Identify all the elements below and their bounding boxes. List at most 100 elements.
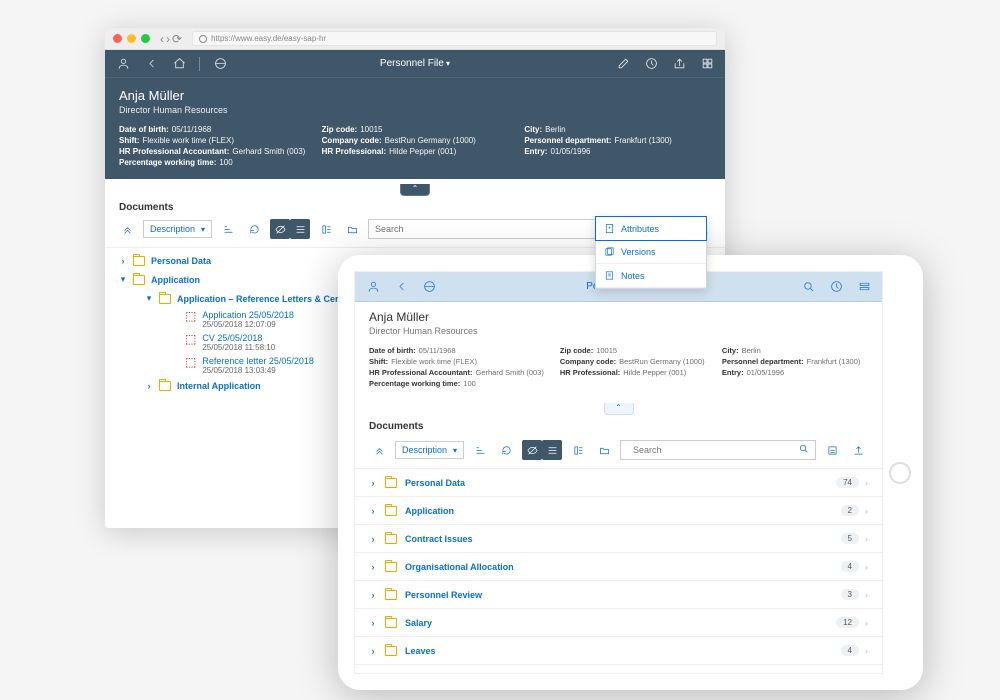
list-item[interactable]: Organisational Allocation4› bbox=[355, 553, 882, 581]
person-name: Anja Müller bbox=[119, 88, 711, 103]
back-icon[interactable] bbox=[393, 279, 409, 295]
maximize-window-icon[interactable] bbox=[141, 34, 150, 43]
popover-versions[interactable]: Versions bbox=[596, 240, 706, 264]
ipad-home-button[interactable] bbox=[889, 462, 911, 484]
search-icon[interactable] bbox=[798, 441, 809, 459]
folder-icon bbox=[385, 506, 397, 516]
chevron-right-icon bbox=[369, 534, 377, 544]
person-role: Director Human Resources bbox=[369, 326, 868, 336]
history-icon[interactable] bbox=[828, 279, 844, 295]
sort-select[interactable]: Description▾ bbox=[143, 220, 212, 238]
ipad-device: Personalakte Anja Müller Director Human … bbox=[338, 255, 923, 690]
back-icon[interactable] bbox=[143, 56, 159, 72]
url-bar[interactable]: https://www.easy.de/easy-sap-hr bbox=[192, 31, 717, 46]
user-icon[interactable] bbox=[365, 279, 381, 295]
close-window-icon[interactable] bbox=[113, 34, 122, 43]
collapse-all-icon[interactable] bbox=[117, 219, 137, 239]
browser-chrome: ‹ › ⟳ https://www.easy.de/easy-sap-hr bbox=[105, 28, 725, 50]
sort-asc-icon[interactable] bbox=[218, 219, 238, 239]
chevron-down-icon: ▾ bbox=[453, 446, 457, 455]
share-icon[interactable] bbox=[671, 56, 687, 72]
ipad-folder-list: Personal Data74› Application2› Contract … bbox=[355, 469, 882, 673]
sort-select[interactable]: Description▾ bbox=[395, 441, 464, 459]
forward-icon[interactable]: › bbox=[166, 32, 170, 46]
person-header: Anja Müller Director Human Resources Dat… bbox=[105, 78, 725, 179]
popover-attributes[interactable]: Attributes bbox=[595, 216, 707, 241]
collapse-header-button[interactable]: ⌃ bbox=[355, 397, 882, 415]
export-icon[interactable] bbox=[822, 440, 842, 460]
list-item[interactable]: Salary12› bbox=[355, 609, 882, 637]
pdf-icon: ⬚ bbox=[185, 310, 196, 322]
count-badge: 5 bbox=[841, 533, 859, 544]
chevron-right-icon bbox=[369, 618, 377, 628]
person-role: Director Human Resources bbox=[119, 105, 711, 115]
pdf-icon: ⬚ bbox=[185, 356, 196, 368]
list-item[interactable]: Leaves4› bbox=[355, 637, 882, 665]
home-icon[interactable] bbox=[171, 56, 187, 72]
sort-asc-icon[interactable] bbox=[470, 440, 490, 460]
view-detail-icon[interactable] bbox=[316, 219, 336, 239]
list-item[interactable]: Personnel Review3› bbox=[355, 581, 882, 609]
collapse-all-icon[interactable] bbox=[369, 440, 389, 460]
list-item[interactable]: Contract Issues5› bbox=[355, 525, 882, 553]
collapse-header-button[interactable]: ⌃ bbox=[105, 178, 725, 196]
divider bbox=[199, 57, 200, 71]
count-badge: 2 bbox=[841, 505, 859, 516]
refresh-icon[interactable] bbox=[496, 440, 516, 460]
grid-icon[interactable] bbox=[699, 56, 715, 72]
chevron-right-icon bbox=[369, 506, 377, 516]
history-icon[interactable] bbox=[643, 56, 659, 72]
edit-icon[interactable] bbox=[615, 56, 631, 72]
window-controls bbox=[113, 34, 150, 43]
ipad-app: Personalakte Anja Müller Director Human … bbox=[354, 271, 883, 674]
chevron-right-icon bbox=[369, 478, 377, 488]
chevron-right-icon: › bbox=[865, 478, 868, 488]
chevron-down-icon bbox=[119, 274, 127, 285]
chevron-right-icon: › bbox=[865, 562, 868, 572]
count-badge: 3 bbox=[841, 589, 859, 600]
chevron-right-icon: › bbox=[865, 506, 868, 516]
folder-icon bbox=[159, 381, 171, 391]
pdf-icon: ⬚ bbox=[185, 333, 196, 345]
view-hidden-icon[interactable] bbox=[270, 219, 290, 239]
app-title[interactable]: Personnel File bbox=[105, 58, 725, 69]
view-hidden-icon[interactable] bbox=[522, 440, 542, 460]
count-badge: 4 bbox=[841, 645, 859, 656]
popover-notes[interactable]: Notes bbox=[596, 264, 706, 288]
count-badge: 12 bbox=[836, 617, 859, 628]
search-icon[interactable] bbox=[800, 279, 816, 295]
ipad-documents-toolbar: Description▾ bbox=[355, 436, 882, 469]
upload-icon[interactable] bbox=[848, 440, 868, 460]
folder-icon bbox=[385, 618, 397, 628]
list-item[interactable]: Personal Data74› bbox=[355, 469, 882, 497]
user-icon[interactable] bbox=[115, 56, 131, 72]
minimize-window-icon[interactable] bbox=[127, 34, 136, 43]
chevron-right-icon: › bbox=[865, 618, 868, 628]
list-item[interactable]: Application2› bbox=[355, 497, 882, 525]
folder-icon bbox=[385, 478, 397, 488]
grid-icon[interactable] bbox=[856, 279, 872, 295]
chevron-right-icon: › bbox=[865, 590, 868, 600]
ipad-documents-heading: Documents bbox=[355, 415, 882, 436]
documents-heading: Documents bbox=[105, 196, 725, 215]
folder-icon[interactable] bbox=[594, 440, 614, 460]
chevron-right-icon bbox=[119, 256, 127, 266]
search-input[interactable] bbox=[627, 441, 798, 459]
refresh-icon[interactable] bbox=[244, 219, 264, 239]
reload-icon[interactable]: ⟳ bbox=[172, 32, 182, 46]
folder-icon bbox=[133, 275, 145, 285]
folder-icon bbox=[385, 562, 397, 572]
view-list-icon[interactable] bbox=[542, 440, 562, 460]
chevron-right-icon: › bbox=[865, 646, 868, 656]
globe-icon bbox=[199, 35, 207, 43]
count-badge: 74 bbox=[836, 477, 859, 488]
url-text: https://www.easy.de/easy-sap-hr bbox=[211, 34, 326, 43]
back-icon[interactable]: ‹ bbox=[160, 32, 164, 46]
chevron-down-icon bbox=[145, 293, 153, 304]
view-list-icon[interactable] bbox=[290, 219, 310, 239]
chevron-right-icon bbox=[369, 646, 377, 656]
ipad-person-header: Anja Müller Director Human Resources Dat… bbox=[355, 302, 882, 398]
view-detail-icon[interactable] bbox=[568, 440, 588, 460]
chevron-right-icon bbox=[145, 381, 153, 391]
folder-icon[interactable] bbox=[342, 219, 362, 239]
